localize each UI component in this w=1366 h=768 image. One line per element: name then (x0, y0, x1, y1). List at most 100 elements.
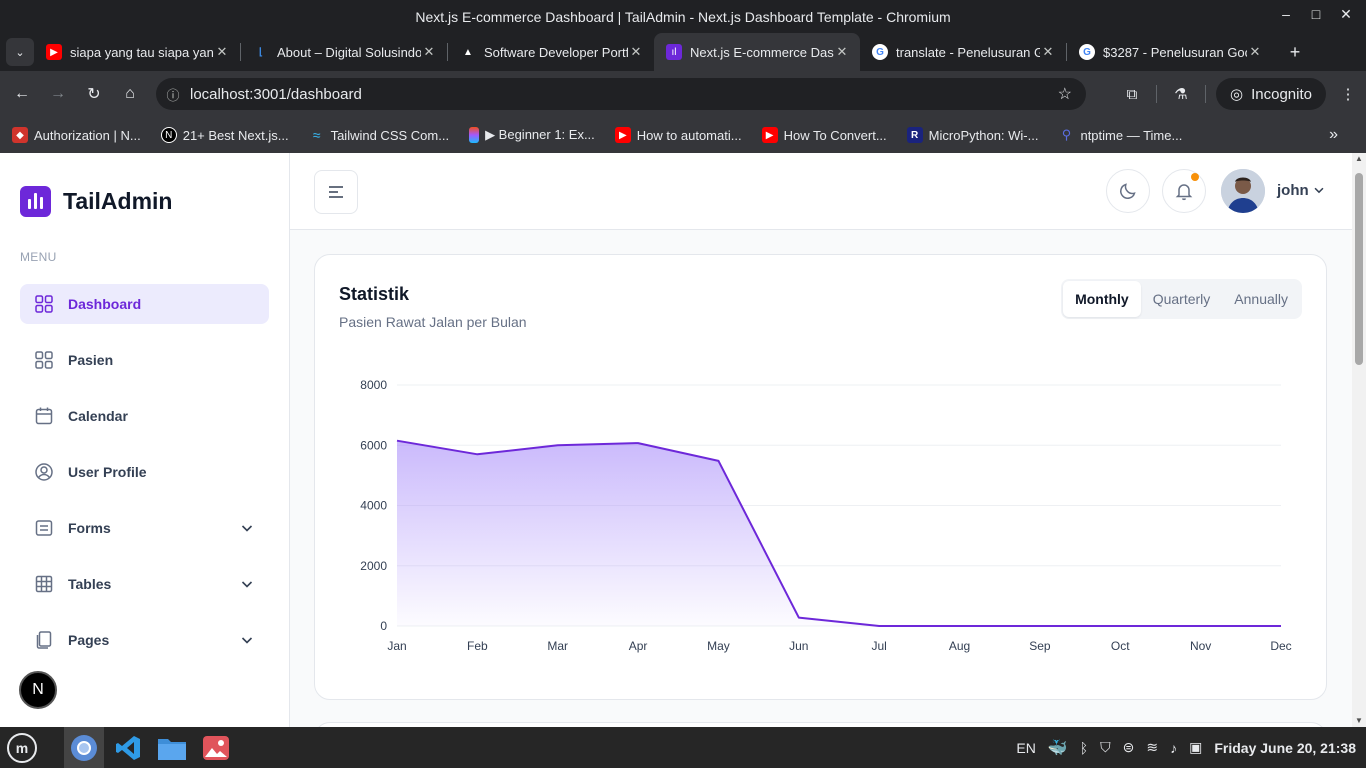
site-info-icon[interactable]: ⓘ (156, 85, 190, 104)
dark-mode-toggle-button[interactable] (1106, 169, 1150, 213)
start-menu-button[interactable]: m (2, 727, 42, 768)
tailadmin-icon: ⌊ (259, 46, 263, 58)
extensions-icon[interactable]: ⧉ (1114, 86, 1150, 103)
address-bar[interactable]: ⓘ localhost:3001/dashboard ☆ (156, 78, 1086, 110)
google-icon: G (1079, 44, 1095, 60)
main-content: Statistik Pasien Rawat Jalan per Bulan M… (290, 230, 1352, 727)
bookmark-item[interactable]: N 21+ Best Next.js... (160, 127, 289, 143)
network-icon[interactable]: ⊜ (1123, 739, 1135, 756)
browser-tab[interactable]: ▶ siapa yang tau siapa yang ✕ (34, 33, 240, 71)
docker-icon[interactable]: 🐳 (1048, 738, 1068, 758)
wifi-icon[interactable]: ≋ (1146, 739, 1158, 756)
bookmark-favicon-icon: ⚲ (1061, 127, 1072, 142)
taskbar-vscode[interactable] (108, 727, 148, 768)
google-icon: G (872, 44, 888, 60)
reload-icon[interactable]: ↻ (76, 76, 112, 112)
bookmark-item[interactable]: ▶ How to automati... (614, 127, 742, 143)
sidebar-item-label: Pasien (68, 352, 114, 368)
sidebar-item-dashboard[interactable]: Dashboard (20, 284, 269, 324)
bookmark-item[interactable]: R MicroPython: Wi-... (906, 127, 1038, 143)
bookmark-star-icon[interactable]: ☆ (1058, 84, 1072, 104)
sidebar-item-pasien[interactable]: Pasien (20, 340, 269, 380)
bluetooth-icon[interactable]: ᛒ (1080, 740, 1088, 756)
chevron-down-icon (241, 637, 253, 644)
back-icon[interactable]: ← (4, 76, 40, 112)
tailadmin-icon: ıl (666, 44, 682, 60)
notifications-button[interactable] (1162, 169, 1206, 213)
sidebar-item-forms[interactable]: Forms (20, 508, 269, 548)
taskbar-image-viewer[interactable] (196, 727, 236, 768)
sidebar-item-label: Tables (68, 576, 112, 592)
tailadmin-logo-icon (20, 186, 51, 217)
labs-flask-icon[interactable]: ⚗ (1163, 85, 1199, 103)
nextjs-devtools-badge[interactable]: N (19, 671, 57, 709)
bookmark-item[interactable]: ▶ How To Convert... (761, 127, 887, 143)
sidebar-nav: Dashboard Pasien Calendar User Profile F… (20, 284, 269, 676)
close-tab-icon[interactable]: ✕ (1247, 44, 1263, 60)
sidebar-item-label: Forms (68, 520, 111, 536)
bookmark-item[interactable]: ⚲ ntptime — Time... (1058, 127, 1183, 143)
os-taskbar: m EN 🐳 ᛒ ⛉ ⊜ ≋ ♪ ▣ Friday June 20, 21:38 (0, 727, 1366, 768)
audio-icon[interactable]: ♪ (1170, 740, 1177, 756)
forward-icon[interactable]: → (40, 76, 76, 112)
taskbar-chromium[interactable] (64, 727, 104, 768)
close-tab-icon[interactable]: ✕ (628, 44, 644, 60)
grid-icon (34, 350, 54, 370)
user-name[interactable]: john (1277, 182, 1309, 199)
scroll-down-icon[interactable]: ▼ (1355, 717, 1363, 725)
shield-icon[interactable]: ⛉ (1100, 739, 1111, 756)
sidebar-item-tables[interactable]: Tables (20, 564, 269, 604)
sidebar-item-calendar[interactable]: Calendar (20, 396, 269, 436)
sidebar-item-user-profile[interactable]: User Profile (20, 452, 269, 492)
avatar[interactable] (1221, 169, 1265, 213)
series-area (397, 440, 1281, 626)
x-tick-label: Jul (872, 639, 887, 653)
bookmark-item[interactable]: ▶ Beginner 1: Ex... (469, 127, 595, 143)
new-tab-icon[interactable]: + (1281, 42, 1309, 63)
bell-icon (1175, 184, 1193, 201)
bookmark-item[interactable]: ◆ Authorization | N... (12, 127, 141, 143)
taskbar-files[interactable] (152, 727, 192, 768)
y-tick-label: 4000 (360, 499, 387, 513)
more-bookmarks-icon[interactable]: » (1329, 126, 1338, 144)
period-quarterly-button[interactable]: Quarterly (1141, 281, 1223, 317)
page-scrollbar[interactable]: ▲ ▼ (1352, 153, 1366, 727)
bookmarks-bar: ◆ Authorization | N... N 21+ Best Next.js.… (0, 117, 1366, 153)
close-window-icon[interactable]: ✕ (1338, 6, 1354, 23)
close-tab-icon[interactable]: ✕ (214, 44, 230, 60)
chevron-down-icon[interactable] (1312, 183, 1326, 197)
tab-search-icon[interactable]: ⌄ (6, 38, 34, 66)
x-tick-label: Jan (387, 639, 406, 653)
browser-tab[interactable]: ⌊ About – Digital Solusindo ✕ (241, 33, 447, 71)
sidebar-item-pages[interactable]: Pages (20, 620, 269, 660)
period-annually-button[interactable]: Annually (1222, 281, 1300, 317)
x-tick-label: Dec (1270, 639, 1291, 653)
minimize-icon[interactable]: – (1278, 6, 1294, 23)
keyboard-layout-indicator[interactable]: EN (1016, 740, 1035, 756)
period-monthly-button[interactable]: Monthly (1063, 281, 1141, 317)
browser-tab[interactable]: ▲ Software Developer Portfolio ✕ (448, 33, 654, 71)
scrollbar-thumb[interactable] (1355, 173, 1363, 365)
menu-kebab-icon[interactable]: ⋮ (1330, 85, 1366, 103)
clipboard-icon[interactable]: ▣ (1189, 739, 1202, 756)
close-tab-icon[interactable]: ✕ (421, 44, 437, 60)
bookmark-item[interactable]: ≈ Tailwind CSS Com... (309, 127, 449, 143)
home-icon[interactable]: ⌂ (112, 76, 148, 112)
incognito-indicator[interactable]: ◎ Incognito (1216, 78, 1326, 110)
close-tab-icon[interactable]: ✕ (1040, 44, 1056, 60)
maximize-icon[interactable]: □ (1308, 6, 1324, 23)
linux-mint-icon: m (7, 732, 37, 763)
bookmark-favicon-icon: ▶ (614, 127, 631, 143)
close-tab-icon[interactable]: ✕ (834, 44, 850, 60)
clock[interactable]: Friday June 20, 21:38 (1214, 740, 1356, 756)
scroll-up-icon[interactable]: ▲ (1355, 155, 1363, 163)
y-tick-label: 8000 (360, 378, 387, 392)
system-tray: EN 🐳 ᛒ ⛉ ⊜ ≋ ♪ ▣ Friday June 20, 21:38 (1016, 727, 1366, 768)
browser-tab[interactable]: G translate - Penelusuran Google ✕ (860, 33, 1066, 71)
brand-logo[interactable]: TailAdmin (20, 186, 172, 217)
browser-tab[interactable]: G $3287 - Penelusuran Google ✕ (1067, 33, 1273, 71)
browser-tab-active[interactable]: ıl Next.js E-commerce Dashboard ✕ (654, 33, 860, 71)
browser-toolbar: ← → ↻ ⌂ ⓘ localhost:3001/dashboard ☆ ⧉ ⚗… (0, 71, 1366, 117)
tab-strip: ⌄ ▶ siapa yang tau siapa yang ✕ ⌊ About … (0, 33, 1366, 71)
sidebar-toggle-button[interactable] (314, 170, 358, 214)
